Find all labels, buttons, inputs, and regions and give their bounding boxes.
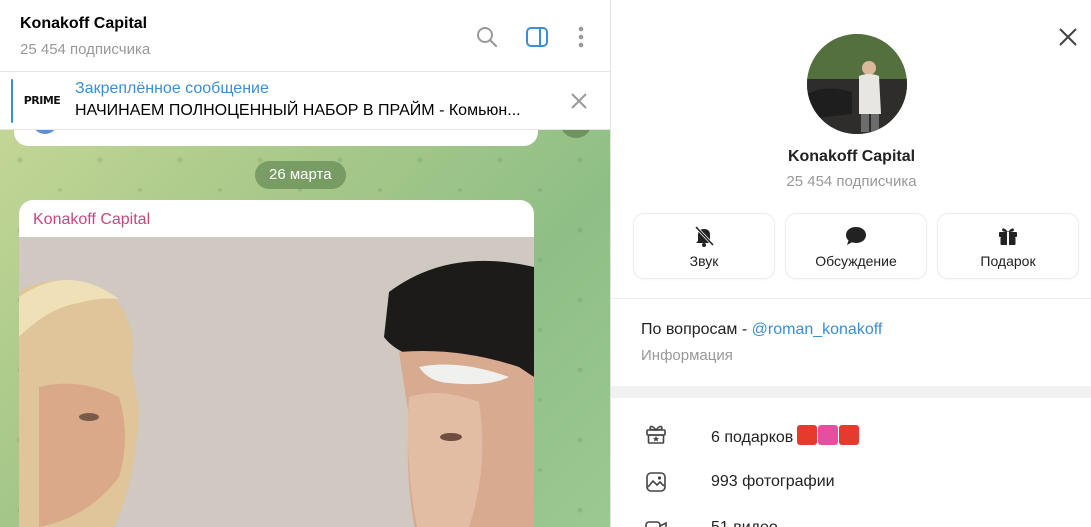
- channel-post[interactable]: Konakoff Capital: [19, 200, 534, 527]
- sidebar-toggle-icon[interactable]: [524, 24, 550, 50]
- gift-icon: [996, 224, 1020, 248]
- date-separator: 26 марта: [255, 161, 346, 189]
- avatar[interactable]: [807, 34, 907, 134]
- contact-link[interactable]: @roman_konakoff: [752, 321, 883, 338]
- mute-button[interactable]: Звук: [634, 214, 774, 278]
- search-icon[interactable]: [474, 24, 500, 50]
- post-author[interactable]: Konakoff Capital: [33, 211, 150, 229]
- profile-subscriber-count: 25 454 подписчика: [786, 173, 917, 190]
- videos-label: 51 видео: [711, 519, 778, 527]
- close-icon[interactable]: [1057, 26, 1079, 48]
- close-pinned-icon[interactable]: [568, 90, 590, 112]
- pinned-indicator: [11, 79, 13, 123]
- about-section: По вопросам - @roman_konakoff Информация: [611, 299, 1091, 386]
- pinned-text: НАЧИНАЕМ ПОЛНОЦЕННЫЙ НАБОР В ПРАЙМ - Ком…: [75, 102, 521, 119]
- pinned-message-bar[interactable]: PRIME Закреплённое сообщение НАЧИНАЕМ ПО…: [0, 72, 610, 130]
- post-image[interactable]: [19, 237, 534, 527]
- post-image-illustration: [19, 237, 534, 527]
- video-icon: [643, 515, 669, 527]
- gift-star-icon: [643, 421, 669, 447]
- gifts-label: 6 подарков: [711, 425, 860, 450]
- section-separator: [611, 386, 1091, 398]
- about-label: Информация: [641, 347, 733, 364]
- bell-off-icon: [692, 224, 716, 248]
- pinned-thumbnail: PRIME: [20, 82, 64, 118]
- mute-label: Звук: [689, 253, 719, 269]
- gift-emoji-stickers: [797, 425, 860, 450]
- pinned-label: Закреплённое сообщение: [75, 80, 269, 97]
- profile-name: Konakoff Capital: [787, 148, 916, 165]
- gift-button[interactable]: Подарок: [938, 214, 1078, 278]
- action-buttons: Звук Обсуждение Подарок: [634, 214, 1078, 278]
- photos-label: 993 фотографии: [711, 473, 835, 490]
- photo-icon: [643, 469, 669, 495]
- videos-row[interactable]: 51 видео: [611, 505, 1091, 527]
- gifts-row[interactable]: 6 подарков: [611, 411, 1091, 457]
- chat-title[interactable]: Konakoff Capital: [20, 15, 147, 33]
- gift-label: Подарок: [980, 253, 1036, 269]
- chat-pane: 26 марта Konakoff Capital Konakoff Capit…: [0, 0, 610, 527]
- more-vertical-icon[interactable]: [568, 24, 594, 50]
- chat-subscriber-count: 25 454 подписчика: [20, 41, 151, 58]
- about-text: По вопросам - @roman_konakoff: [641, 321, 883, 338]
- photos-row[interactable]: 993 фотографии: [611, 459, 1091, 505]
- channel-info-panel: Konakoff Capital 25 454 подписчика Звук …: [610, 0, 1091, 527]
- chat-header: Konakoff Capital 25 454 подписчика: [0, 0, 610, 72]
- chat-bubble-icon: [844, 224, 868, 248]
- discussion-button[interactable]: Обсуждение: [786, 214, 926, 278]
- discussion-label: Обсуждение: [815, 253, 897, 269]
